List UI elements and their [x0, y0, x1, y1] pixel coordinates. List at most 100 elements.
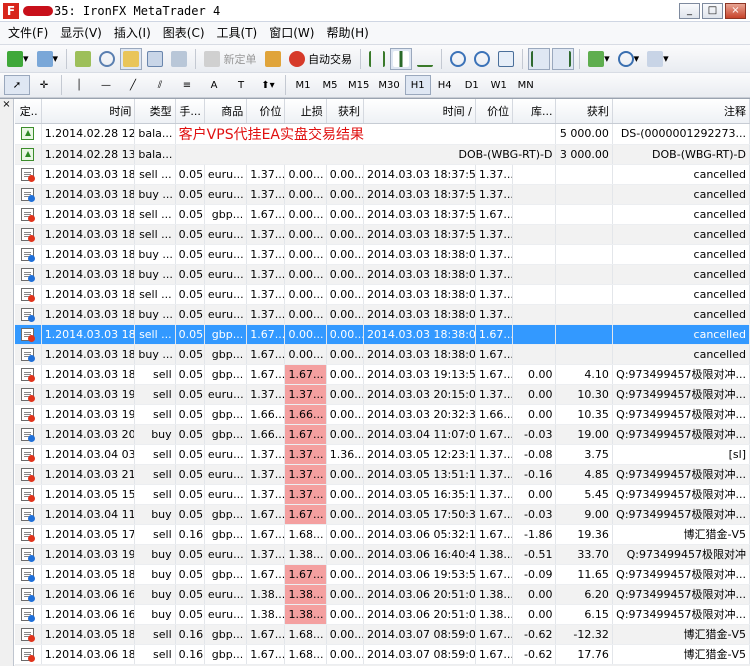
indicators-button[interactable]: ▾	[585, 48, 613, 70]
table-row[interactable]: 1.2014.03.03 19:...buy0.05euru...1.37...…	[15, 544, 750, 565]
timeframe-m15[interactable]: M15	[344, 75, 373, 95]
arrows-button[interactable]: ⬆▾	[255, 75, 281, 95]
table-row[interactable]: 1.2014.03.03 18:...buy ...0.05euru...1.3…	[15, 304, 750, 325]
templates-button[interactable]: ▾	[644, 48, 672, 70]
candlestick-button[interactable]	[390, 47, 413, 70]
col-header-order[interactable]: 定..	[15, 99, 42, 124]
line-chart-button[interactable]	[414, 48, 436, 70]
menu-view[interactable]: 显示(V)	[54, 22, 108, 44]
menu-help[interactable]: 帮助(H)	[320, 22, 374, 44]
menu-insert[interactable]: 插入(I)	[108, 22, 157, 44]
table-row[interactable]: 1.2014.03.03 19:...sell0.05euru...1.37..…	[15, 384, 750, 405]
col-header-open-time[interactable]: 时间	[41, 99, 136, 124]
cell-order	[15, 584, 42, 605]
text-label-button[interactable]: T	[228, 75, 254, 95]
new-chart-button[interactable]: ▾	[4, 48, 32, 70]
autotrading-icon	[288, 50, 305, 67]
bar-chart-button[interactable]	[366, 48, 388, 70]
fibonacci-button[interactable]: ≡	[174, 75, 200, 95]
close-button[interactable]: ×	[725, 2, 746, 19]
table-row[interactable]: 1.2014.03.05 15:...sell0.05euru...1.37..…	[15, 484, 750, 505]
table-row[interactable]: 1.2014.03.03 18:...buy ...0.05euru...1.3…	[15, 244, 750, 265]
table-row[interactable]: 1.2014.03.03 18:...sell ...0.05gbp...1.6…	[15, 204, 750, 225]
timeframe-h4[interactable]: H4	[432, 75, 458, 95]
col-header-open-price[interactable]: 价位	[246, 99, 286, 124]
minimize-button[interactable]: _	[679, 2, 700, 19]
table-row[interactable]: 1.2014.03.03 18:...buy ...0.05gbp...1.67…	[15, 344, 750, 365]
equidistant-channel-button[interactable]: ⫽	[147, 75, 173, 95]
col-header-stop-loss[interactable]: 止损	[284, 99, 327, 124]
maximize-button[interactable]: □	[702, 2, 723, 19]
autotrading-button[interactable]: 自动交易	[286, 48, 356, 70]
cursor-button[interactable]: ➚	[4, 75, 30, 95]
table-row[interactable]: 1.2014.02.28 12:...bala...客户VPS代挂EA实盘交易结…	[15, 123, 750, 145]
crosshair-button[interactable]: ✛	[31, 75, 57, 95]
table-row[interactable]: 1.2014.02.28 13:...bala...DOB-(WBG-RT)-D…	[15, 144, 750, 165]
menu-file[interactable]: 文件(F)	[2, 22, 54, 44]
table-row[interactable]: 1.2014.03.03 18:...buy ...0.05euru...1.3…	[15, 184, 750, 205]
table-row[interactable]: 1.2014.03.04 11:...buy0.05gbp...1.67...1…	[15, 504, 750, 525]
timeframe-w1[interactable]: W1	[486, 75, 512, 95]
tile-windows-button[interactable]	[495, 48, 517, 70]
vertical-line-button[interactable]: │	[66, 75, 92, 95]
table-row[interactable]: 1.2014.03.03 18:...sell ...0.05gbp...1.6…	[15, 324, 750, 345]
cell-symbol: euru...	[204, 384, 248, 405]
zoom-in-button[interactable]	[447, 48, 469, 70]
col-header-symbol[interactable]: 商品	[204, 99, 248, 124]
table-row[interactable]: 1.2014.03.03 19:...sell0.05gbp...1.66...…	[15, 404, 750, 425]
table-row[interactable]: 1.2014.03.06 18:...sell0.16gbp...1.67...…	[15, 644, 750, 665]
table-row[interactable]: 1.2014.03.05 18:...sell0.16gbp...1.67...…	[15, 624, 750, 645]
cell-order	[15, 484, 42, 505]
timeframe-d1[interactable]: D1	[459, 75, 485, 95]
auto-scroll-button[interactable]	[528, 47, 551, 70]
timeframe-m30[interactable]: M30	[374, 75, 403, 95]
col-header-close-time[interactable]: 时间 /	[363, 99, 476, 124]
col-header-swap[interactable]: 库...	[512, 99, 557, 124]
timeframe-mn[interactable]: MN	[513, 75, 539, 95]
cell-open-time: 1.2014.03.03 20:...	[41, 424, 136, 445]
timeframe-h1[interactable]: H1	[404, 75, 431, 95]
table-row[interactable]: 1.2014.03.05 17:...sell0.16gbp...1.67...…	[15, 524, 750, 545]
col-header-lots[interactable]: 手...	[175, 99, 205, 124]
text-tool-button[interactable]: A	[201, 75, 227, 95]
timeframe-m1[interactable]: M1	[290, 75, 316, 95]
table-row[interactable]: 1.2014.03.03 18:...sell ...0.05euru...1.…	[15, 164, 750, 185]
metaeditor-button[interactable]	[262, 48, 284, 70]
cell-stop-loss: 1.67...	[284, 364, 327, 385]
table-row[interactable]: 1.2014.03.03 18:...sell ...0.05euru...1.…	[15, 224, 750, 245]
menu-tools[interactable]: 工具(T)	[211, 22, 264, 44]
col-header-close-price[interactable]: 价位	[475, 99, 514, 124]
table-row[interactable]: 1.2014.03.03 21:...sell0.05euru...1.37..…	[15, 464, 750, 485]
col-header-profit[interactable]: 获利	[555, 99, 613, 124]
table-row[interactable]: 1.2014.03.03 18:...sell0.05gbp...1.67...…	[15, 364, 750, 385]
table-row[interactable]: 1.2014.03.03 18:...buy ...0.05euru...1.3…	[15, 264, 750, 285]
market-watch-button[interactable]	[72, 48, 94, 70]
chart-shift-button[interactable]	[552, 47, 575, 70]
col-header-take-profit[interactable]: 获利	[326, 99, 365, 124]
col-header-comment[interactable]: 注释	[612, 99, 750, 124]
table-row[interactable]: 1.2014.03.06 16:...buy0.05euru...1.38...…	[15, 584, 750, 605]
cell-symbol: euru...	[204, 224, 248, 245]
trendline-button[interactable]: ╱	[120, 75, 146, 95]
cell-swap: 0.00	[512, 384, 557, 405]
menu-window[interactable]: 窗口(W)	[263, 22, 320, 44]
timeframe-m5[interactable]: M5	[317, 75, 343, 95]
new-order-button[interactable]: 新定单	[201, 48, 260, 70]
terminal-button[interactable]	[144, 48, 166, 70]
strategy-tester-button[interactable]	[168, 48, 190, 70]
table-row[interactable]: 1.2014.03.06 16:...buy0.05euru...1.38...…	[15, 604, 750, 625]
navigator-button[interactable]	[120, 47, 143, 70]
menu-charts[interactable]: 图表(C)	[157, 22, 211, 44]
zoom-out-button[interactable]	[471, 48, 493, 70]
table-row[interactable]: 1.2014.03.05 18:...buy0.05gbp...1.67...1…	[15, 564, 750, 585]
table-row[interactable]: 1.2014.03.04 03:...sell0.05euru...1.37..…	[15, 444, 750, 465]
data-window-button[interactable]	[96, 48, 118, 70]
profiles-button[interactable]: ▾	[34, 48, 62, 70]
table-row[interactable]: 1.2014.03.03 20:...buy0.05gbp...1.66...1…	[15, 424, 750, 445]
table-row[interactable]: 1.2014.03.03 18:...sell ...0.05euru...1.…	[15, 284, 750, 305]
periods-button[interactable]: ▾	[615, 48, 643, 70]
horizontal-line-button[interactable]: —	[93, 75, 119, 95]
terminal-close-button[interactable]: ×	[0, 99, 14, 666]
col-header-type[interactable]: 类型	[134, 99, 176, 124]
auto-scroll-icon	[531, 50, 547, 67]
